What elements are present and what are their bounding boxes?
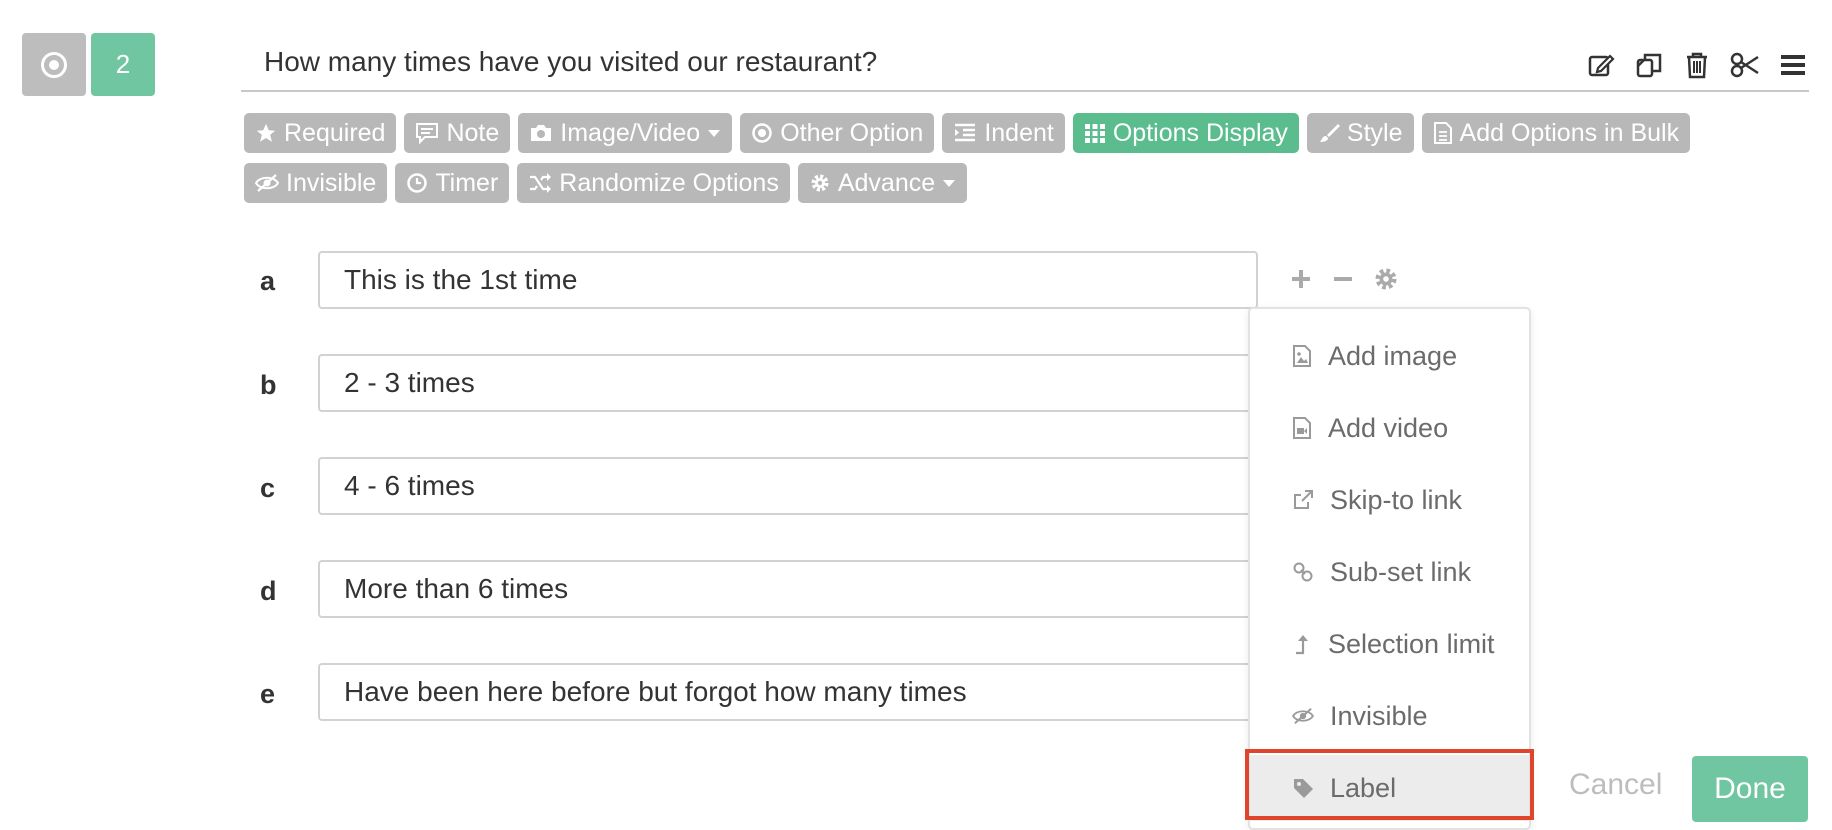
toolbar-row-2: Invisible Timer Randomize Options Advanc… — [244, 163, 968, 203]
shuffle-icon — [530, 173, 552, 193]
done-button[interactable]: Done — [1692, 756, 1808, 822]
brush-icon — [1319, 124, 1340, 142]
caret-down-icon — [943, 180, 956, 187]
option-letter: a — [260, 266, 276, 296]
question-actions — [1586, 50, 1808, 80]
menu-item-add-image[interactable]: Add image — [1250, 323, 1529, 389]
menu-item-selection-limit[interactable]: Selection limit — [1250, 611, 1529, 677]
copy-icon[interactable] — [1634, 50, 1664, 80]
note-button[interactable]: Note — [404, 113, 511, 153]
external-link-icon — [1294, 490, 1313, 509]
trash-icon[interactable] — [1682, 50, 1712, 80]
arrow-up-icon — [1296, 635, 1308, 655]
clock-icon — [407, 173, 428, 193]
grid-icon — [1084, 124, 1105, 143]
invisible-button[interactable]: Invisible — [244, 163, 388, 203]
indent-button[interactable]: Indent — [942, 113, 1065, 153]
image-file-icon — [1293, 345, 1311, 367]
option-input[interactable]: This is the 1st time — [318, 251, 1258, 309]
menu-item-sub-set-link[interactable]: Sub-set link — [1250, 539, 1529, 605]
style-button[interactable]: Style — [1306, 113, 1414, 153]
gear-icon — [811, 174, 829, 192]
advance-dropdown[interactable]: Advance — [797, 163, 968, 203]
menu-item-add-video[interactable]: Add video — [1250, 395, 1529, 461]
eye-slash-icon — [1292, 708, 1314, 724]
eye-slash-icon — [255, 174, 279, 192]
scissors-icon[interactable] — [1730, 50, 1760, 80]
cancel-button[interactable]: Cancel — [1569, 768, 1662, 802]
question-type-badge[interactable] — [22, 33, 86, 96]
comment-icon — [416, 123, 439, 144]
option-input[interactable]: More than 6 times — [318, 560, 1258, 618]
required-button[interactable]: Required — [244, 113, 397, 153]
option-actions — [1289, 266, 1399, 297]
image-video-dropdown[interactable]: Image/Video — [518, 113, 733, 153]
question-number-badge: 2 — [91, 33, 155, 96]
menu-item-invisible[interactable]: Invisible — [1250, 683, 1529, 749]
selection-highlight — [1245, 749, 1534, 820]
timer-button[interactable]: Timer — [395, 163, 510, 203]
link-icon — [1293, 562, 1313, 582]
option-letter: e — [260, 679, 276, 709]
option-input[interactable]: 4 - 6 times — [318, 457, 1258, 515]
radio-icon — [752, 123, 772, 143]
option-letter: d — [260, 576, 277, 606]
indent-icon — [955, 123, 976, 142]
options-display-button[interactable]: Options Display — [1072, 113, 1299, 153]
edit-icon[interactable] — [1586, 50, 1616, 80]
menu-item-skip-to-link[interactable]: Skip-to link — [1250, 467, 1529, 533]
option-letter: c — [260, 473, 276, 503]
add-options-bulk-button[interactable]: Add Options in Bulk — [1421, 113, 1691, 153]
minus-icon[interactable] — [1331, 267, 1355, 296]
file-text-icon — [1433, 122, 1452, 144]
radio-icon — [41, 51, 67, 78]
caret-down-icon — [708, 130, 721, 137]
plus-icon[interactable] — [1289, 267, 1313, 296]
toolbar-row-1: Required Note Image/Video Other Option I… — [244, 113, 1691, 153]
option-input[interactable]: Have been here before but forgot how man… — [318, 663, 1258, 721]
question-title[interactable]: How many times have you visited our rest… — [264, 44, 877, 80]
video-file-icon — [1293, 417, 1311, 439]
other-option-button[interactable]: Other Option — [740, 113, 935, 153]
camera-icon — [531, 125, 552, 141]
gear-icon[interactable] — [1373, 266, 1399, 297]
option-letter: b — [260, 370, 277, 400]
menu-icon[interactable] — [1778, 50, 1808, 80]
option-input[interactable]: 2 - 3 times — [318, 354, 1258, 412]
star-icon — [256, 123, 276, 142]
randomize-options-button[interactable]: Randomize Options — [517, 163, 790, 203]
